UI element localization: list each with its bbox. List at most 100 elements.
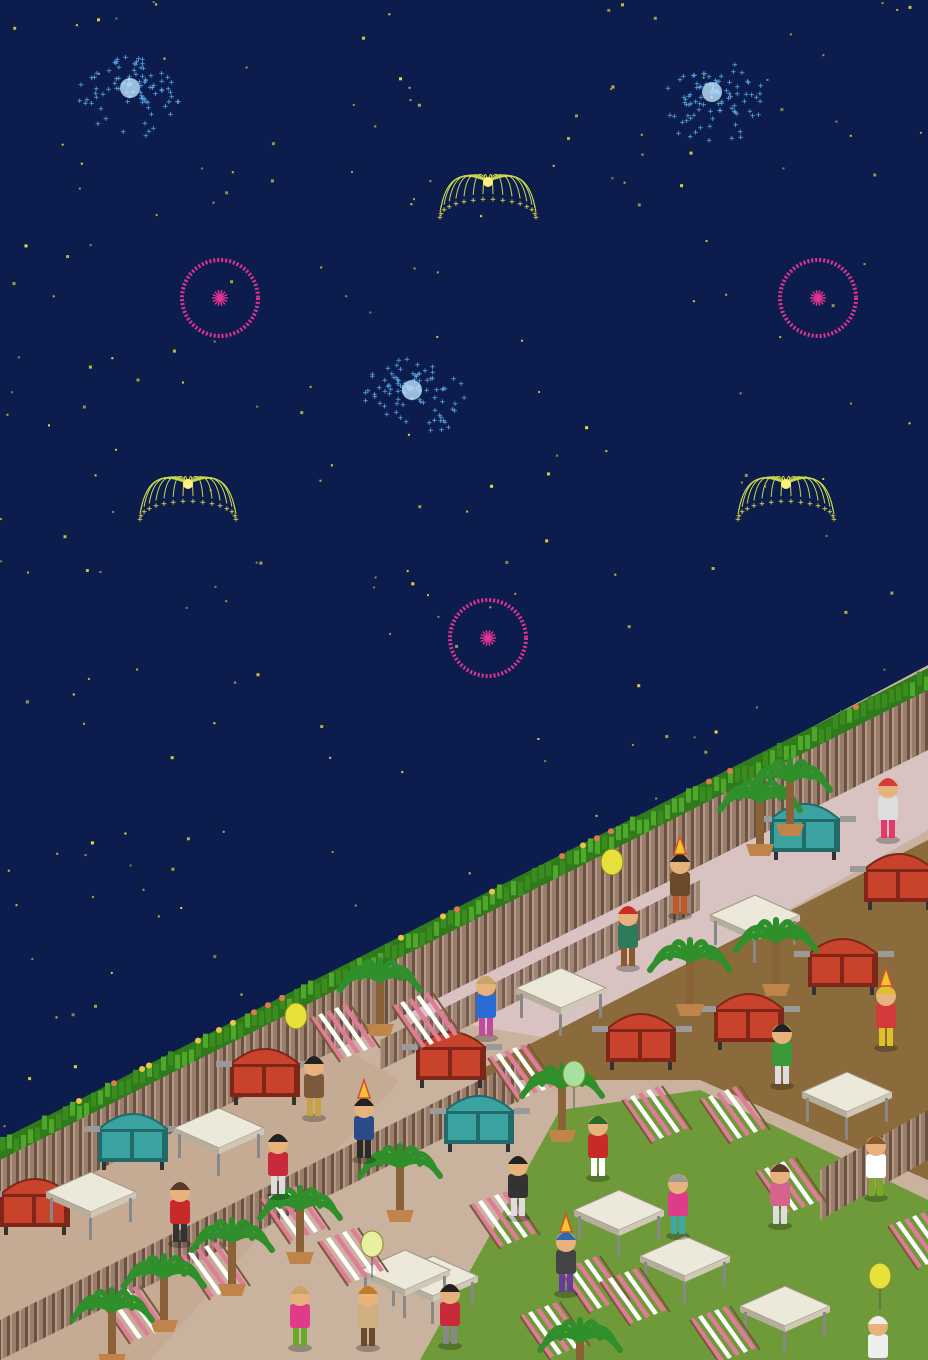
star — [850, 402, 852, 405]
star — [157, 915, 160, 918]
svg-text:+: + — [694, 79, 700, 89]
game-scene: +++++++++++++++++ +++++++++++++++++++++++… — [0, 0, 928, 1360]
star — [90, 841, 94, 845]
svg-text:+: + — [500, 196, 506, 206]
star — [406, 570, 409, 573]
star — [186, 837, 190, 841]
svg-text:+: + — [738, 133, 744, 143]
star — [163, 57, 166, 60]
star — [883, 668, 886, 671]
svg-text:+: + — [751, 502, 757, 512]
star — [66, 255, 70, 259]
svg-text:+: + — [756, 111, 762, 121]
svg-text:+: + — [363, 397, 369, 407]
star — [15, 904, 18, 907]
star — [373, 586, 376, 589]
star — [411, 582, 415, 586]
svg-text:+: + — [432, 394, 438, 404]
svg-text:+: + — [168, 88, 174, 98]
star — [320, 266, 323, 269]
star — [155, 3, 158, 6]
svg-text:+: + — [676, 129, 682, 139]
svg-text:+: + — [180, 497, 186, 507]
star — [111, 357, 114, 360]
star — [91, 895, 94, 898]
svg-text:+: + — [146, 504, 152, 514]
svg-text:+: + — [749, 91, 755, 101]
star — [711, 567, 715, 570]
star — [300, 411, 304, 415]
star — [779, 336, 782, 339]
star — [544, 760, 547, 763]
svg-text:+: + — [732, 61, 738, 71]
svg-text:+: + — [745, 77, 751, 87]
star — [48, 424, 50, 427]
star — [136, 378, 140, 382]
svg-text:+: + — [161, 499, 167, 509]
star — [225, 600, 228, 603]
star — [374, 576, 377, 579]
svg-text:+: + — [170, 498, 176, 508]
svg-text:+: + — [142, 119, 148, 129]
star — [780, 108, 784, 112]
star — [124, 832, 127, 835]
svg-text:+: + — [112, 58, 118, 68]
star — [605, 450, 608, 453]
svg-text:+: + — [159, 77, 165, 87]
star — [351, 171, 353, 173]
svg-text:+: + — [400, 401, 406, 411]
star — [85, 569, 89, 572]
svg-text:+: + — [742, 97, 748, 107]
svg-text:+: + — [148, 72, 154, 82]
star — [437, 615, 440, 618]
star — [180, 907, 183, 909]
svg-text:+: + — [681, 72, 687, 82]
star — [436, 335, 439, 338]
star — [693, 736, 696, 739]
svg-text:+: + — [395, 395, 401, 405]
star — [222, 830, 225, 833]
star — [142, 888, 145, 891]
svg-text:+: + — [163, 102, 169, 112]
svg-text:+: + — [706, 136, 712, 146]
svg-text:+: + — [719, 98, 725, 108]
star — [255, 561, 258, 564]
svg-text:+: + — [428, 426, 434, 436]
star — [849, 134, 852, 137]
star — [704, 750, 708, 754]
star — [641, 153, 644, 156]
star — [112, 510, 115, 513]
svg-text:+: + — [376, 383, 382, 393]
svg-text:+: + — [480, 195, 486, 205]
svg-text:+: + — [377, 399, 383, 409]
svg-text:+: + — [200, 498, 206, 508]
star — [427, 594, 429, 597]
star — [822, 54, 825, 57]
star — [214, 585, 217, 588]
svg-text:+: + — [446, 202, 452, 212]
star — [330, 464, 333, 467]
star — [329, 756, 332, 759]
svg-text:+: + — [159, 86, 165, 96]
star — [611, 177, 614, 180]
svg-text:+: + — [398, 414, 404, 424]
star — [505, 561, 509, 564]
svg-text:+: + — [424, 386, 430, 396]
svg-text:+: + — [149, 110, 155, 120]
svg-text:+: + — [145, 98, 151, 108]
star — [545, 539, 549, 543]
star — [345, 295, 348, 298]
svg-text:+: + — [831, 515, 837, 525]
star — [212, 201, 215, 204]
star — [410, 203, 413, 206]
star — [259, 561, 263, 565]
star — [155, 214, 158, 217]
star — [82, 405, 86, 409]
star — [97, 18, 100, 22]
svg-text:+: + — [665, 84, 671, 94]
star — [547, 472, 550, 476]
star — [271, 142, 275, 146]
star — [552, 164, 555, 167]
star — [873, 173, 877, 177]
svg-text:+: + — [418, 397, 424, 407]
